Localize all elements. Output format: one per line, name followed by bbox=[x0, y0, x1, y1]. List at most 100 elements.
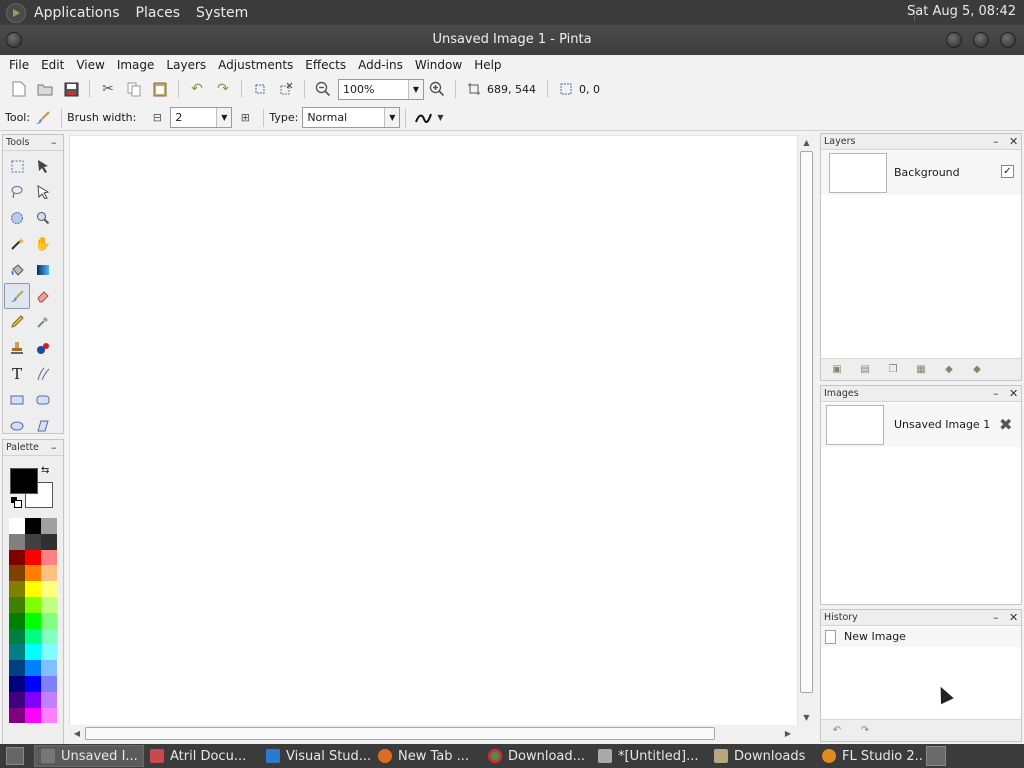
pencil-tool-icon[interactable] bbox=[4, 309, 30, 335]
palette-swatch[interactable] bbox=[25, 549, 41, 566]
palette-swatch[interactable] bbox=[9, 628, 25, 645]
layer-row[interactable]: Background ✓ bbox=[821, 151, 1021, 195]
palette-swatch[interactable] bbox=[9, 581, 25, 597]
menu-image[interactable]: Image bbox=[111, 58, 161, 72]
new-file-icon[interactable] bbox=[10, 80, 28, 98]
palette-swatch[interactable] bbox=[41, 612, 57, 629]
palette-swatch[interactable] bbox=[9, 675, 25, 692]
maximize-button[interactable] bbox=[973, 32, 989, 48]
text-tool-icon[interactable]: T bbox=[4, 361, 30, 387]
magic-wand-tool-icon[interactable] bbox=[4, 231, 30, 257]
close-image-icon[interactable]: ✖ bbox=[999, 415, 1012, 434]
recolor-tool-icon[interactable] bbox=[30, 335, 56, 361]
reset-colors-icon[interactable] bbox=[11, 497, 22, 508]
zoom-tool-icon[interactable] bbox=[30, 205, 56, 231]
palette-swatch[interactable] bbox=[25, 628, 41, 645]
rounded-rectangle-tool-icon[interactable] bbox=[30, 387, 56, 413]
move-layer-up-icon[interactable]: ◆ bbox=[939, 362, 959, 378]
increase-brush-width-icon[interactable]: ⊞ bbox=[236, 109, 254, 127]
palette-swatch[interactable] bbox=[9, 660, 25, 676]
move-selection-tool-icon[interactable] bbox=[30, 179, 56, 205]
zoom-in-icon[interactable] bbox=[428, 80, 446, 98]
antialiasing-dropdown-icon[interactable]: ▼ bbox=[437, 113, 443, 122]
layers-panel-minimize-icon[interactable]: – bbox=[993, 134, 999, 149]
minimize-button[interactable] bbox=[946, 32, 962, 48]
palette-swatch[interactable] bbox=[25, 581, 41, 597]
menu-file[interactable]: File bbox=[3, 58, 35, 72]
tools-panel-minimize-icon[interactable]: – bbox=[51, 135, 57, 150]
paintbrush-tool-icon[interactable] bbox=[4, 283, 30, 309]
applications-menu[interactable]: Applications bbox=[26, 5, 128, 21]
lasso-select-tool-icon[interactable] bbox=[4, 179, 30, 205]
eraser-tool-icon[interactable] bbox=[30, 283, 56, 309]
palette-swatch[interactable] bbox=[41, 518, 57, 534]
task-pinta[interactable]: Unsaved I... bbox=[34, 745, 144, 767]
scroll-right-icon[interactable]: ▶ bbox=[781, 725, 795, 742]
palette-swatch[interactable] bbox=[41, 707, 57, 724]
vertical-scroll-thumb[interactable] bbox=[800, 151, 813, 693]
menu-window[interactable]: Window bbox=[409, 58, 468, 72]
images-panel-minimize-icon[interactable]: – bbox=[993, 386, 999, 401]
brush-width-combo[interactable]: 2 ▼ bbox=[170, 107, 233, 128]
zoom-value[interactable]: 100% bbox=[339, 83, 408, 96]
redo-icon[interactable]: ↷ bbox=[214, 80, 232, 98]
deselect-icon[interactable] bbox=[277, 80, 295, 98]
palette-swatch[interactable] bbox=[41, 533, 57, 550]
color-picker-tool-icon[interactable] bbox=[30, 309, 56, 335]
task-firefox[interactable]: New Tab ... bbox=[372, 745, 482, 767]
image-canvas[interactable] bbox=[69, 135, 798, 727]
palette-swatch[interactable] bbox=[41, 675, 57, 692]
menu-adjustments[interactable]: Adjustments bbox=[212, 58, 299, 72]
palette-swatch[interactable] bbox=[25, 518, 41, 534]
menu-edit[interactable]: Edit bbox=[35, 58, 70, 72]
menu-help[interactable]: Help bbox=[468, 58, 507, 72]
swap-colors-icon[interactable]: ⇆ bbox=[41, 465, 49, 476]
palette-swatch[interactable] bbox=[9, 596, 25, 613]
move-layer-down-icon[interactable]: ◆ bbox=[967, 362, 987, 378]
palette-swatch[interactable] bbox=[25, 612, 41, 629]
system-menu[interactable]: System bbox=[188, 5, 256, 21]
history-panel-close-icon[interactable]: ✕ bbox=[1009, 610, 1018, 625]
save-icon[interactable] bbox=[62, 80, 80, 98]
gradient-tool-icon[interactable] bbox=[30, 257, 56, 283]
clock[interactable]: Sat Aug 5, 08:42 bbox=[907, 4, 1016, 19]
palette-swatch[interactable] bbox=[9, 691, 25, 708]
scroll-left-icon[interactable]: ◀ bbox=[70, 725, 84, 742]
paint-bucket-tool-icon[interactable] bbox=[4, 257, 30, 283]
places-menu[interactable]: Places bbox=[128, 5, 189, 21]
task-fl-studio[interactable]: FL Studio 2... bbox=[816, 745, 924, 767]
decrease-brush-width-icon[interactable]: ⊟ bbox=[148, 109, 166, 127]
palette-swatch[interactable] bbox=[25, 707, 41, 724]
show-desktop-icon[interactable] bbox=[6, 747, 24, 765]
freeform-shape-tool-icon[interactable] bbox=[30, 413, 56, 439]
menu-addins[interactable]: Add-ins bbox=[352, 58, 409, 72]
clone-stamp-tool-icon[interactable] bbox=[4, 335, 30, 361]
history-redo-icon[interactable]: ↷ bbox=[855, 723, 875, 739]
palette-swatch[interactable] bbox=[41, 549, 57, 566]
open-folder-icon[interactable] bbox=[36, 80, 54, 98]
zoom-dropdown-arrow-icon[interactable]: ▼ bbox=[408, 79, 423, 99]
palette-swatch[interactable] bbox=[25, 596, 41, 613]
brush-width-value[interactable]: 2 bbox=[171, 111, 216, 124]
layer-visibility-checkbox[interactable]: ✓ bbox=[1001, 165, 1014, 178]
add-layer-icon[interactable]: ▣ bbox=[827, 362, 847, 378]
task-atril[interactable]: Atril Docu... bbox=[144, 745, 260, 767]
duplicate-layer-icon[interactable]: ❐ bbox=[883, 362, 903, 378]
history-item[interactable]: New Image bbox=[821, 627, 1021, 647]
horizontal-scroll-thumb[interactable] bbox=[85, 727, 715, 740]
zoom-combo[interactable]: 100% ▼ bbox=[338, 78, 424, 100]
palette-swatch[interactable] bbox=[25, 644, 41, 661]
tray-pinta-icon[interactable] bbox=[926, 746, 946, 766]
palette-swatch[interactable] bbox=[9, 612, 25, 629]
palette-swatch[interactable] bbox=[9, 518, 25, 534]
palette-swatch[interactable] bbox=[9, 644, 25, 661]
palette-swatch[interactable] bbox=[41, 581, 57, 597]
close-window-button[interactable] bbox=[1000, 32, 1016, 48]
palette-swatch[interactable] bbox=[9, 707, 25, 724]
palette-swatch[interactable] bbox=[41, 565, 57, 582]
brush-type-dropdown-arrow-icon[interactable]: ▼ bbox=[384, 108, 400, 127]
zoom-out-icon[interactable] bbox=[314, 80, 332, 98]
scroll-down-icon[interactable]: ▼ bbox=[798, 711, 815, 725]
brush-type-value[interactable]: Normal bbox=[303, 111, 384, 124]
primary-color-swatch[interactable] bbox=[10, 468, 38, 494]
